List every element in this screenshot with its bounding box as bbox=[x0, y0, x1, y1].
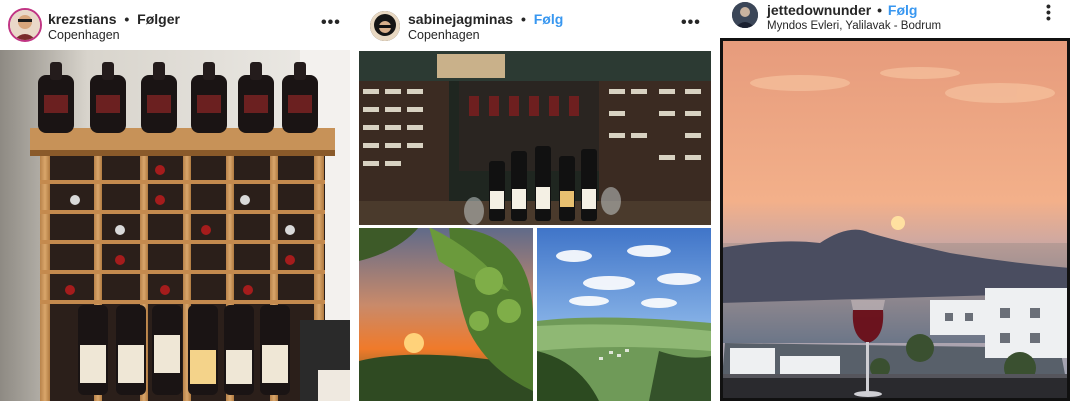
avatar[interactable] bbox=[370, 11, 400, 41]
location-link[interactable]: Copenhagen bbox=[408, 28, 480, 42]
location-link[interactable]: Myndos Evleri, Yalilavak - Bodrum bbox=[767, 20, 941, 32]
post-header: jettedownunder • Følg Myndos Evleri, Yal… bbox=[720, 0, 1070, 38]
username[interactable]: jettedownunder bbox=[767, 2, 871, 18]
post-krezstians: krezstians • Følger Copenhagen ••• bbox=[0, 0, 350, 401]
more-vertical-icon[interactable]: • • • bbox=[1046, 0, 1051, 25]
post-photo[interactable] bbox=[0, 50, 350, 401]
username[interactable]: sabinejagminas bbox=[408, 11, 513, 27]
following-button[interactable]: Følger bbox=[137, 11, 180, 27]
location-link[interactable]: Copenhagen bbox=[48, 28, 120, 42]
post-photo[interactable] bbox=[359, 51, 711, 401]
more-horizontal-icon[interactable]: ••• bbox=[681, 14, 701, 32]
follow-button[interactable]: Følg bbox=[888, 2, 918, 18]
post-sabinejagminas: sabinejagminas • Følg Copenhagen ••• bbox=[359, 0, 711, 401]
username[interactable]: krezstians bbox=[48, 11, 116, 27]
post-jettedownunder: jettedownunder • Følg Myndos Evleri, Yal… bbox=[720, 0, 1070, 401]
post-header: sabinejagminas • Følg Copenhagen ••• bbox=[359, 0, 711, 50]
more-horizontal-icon[interactable]: ••• bbox=[321, 14, 341, 32]
follow-button[interactable]: Følg bbox=[534, 11, 564, 27]
post-header: krezstians • Følger Copenhagen ••• bbox=[0, 0, 350, 50]
post-photo[interactable] bbox=[720, 38, 1070, 401]
avatar[interactable] bbox=[732, 2, 758, 28]
separator-dot: • bbox=[520, 11, 526, 27]
separator-dot: • bbox=[877, 2, 883, 18]
separator-dot: • bbox=[124, 11, 130, 27]
avatar[interactable] bbox=[8, 8, 42, 42]
